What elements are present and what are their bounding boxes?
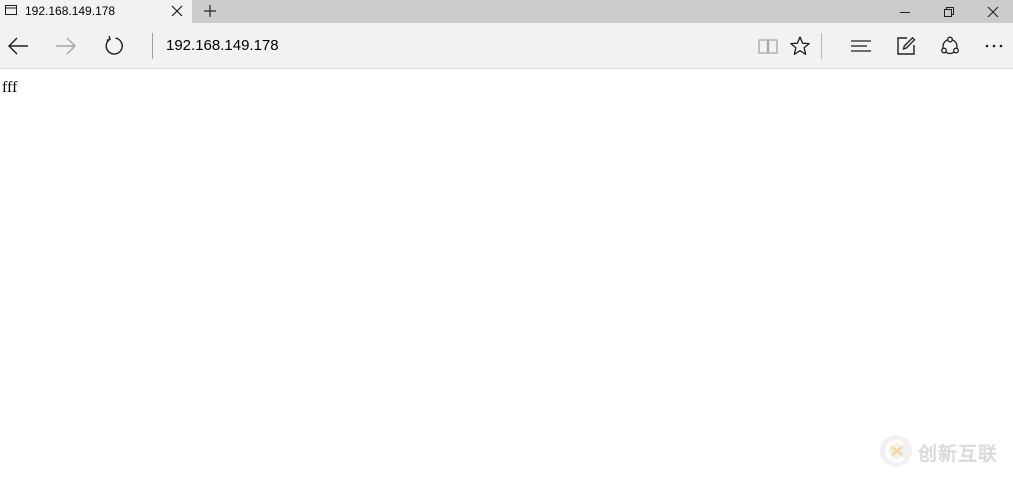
watermark: 创新互联 [874,431,1010,473]
minimize-icon[interactable] [882,0,928,23]
watermark-logo-icon [880,435,912,467]
tab-close-icon[interactable] [168,2,186,20]
new-tab-icon[interactable] [200,1,220,21]
favorite-star-icon[interactable] [786,32,814,60]
watermark-text: 创新互联 [918,443,999,465]
reading-view-icon[interactable] [754,32,782,60]
address-separator [152,33,153,59]
back-icon[interactable] [4,32,32,60]
tab-strip: 192.168.149.178 [0,0,1013,23]
address-bar[interactable]: 192.168.149.178 [158,35,738,57]
page-content: fff 创新互联 [0,69,1013,482]
refresh-icon[interactable] [100,32,128,60]
navigation-toolbar: 192.168.149.178 [0,23,1013,69]
window-close-icon[interactable] [970,0,1013,23]
forward-icon[interactable] [52,32,80,60]
hub-icon[interactable] [847,32,875,60]
web-note-icon[interactable] [892,32,920,60]
share-icon[interactable] [936,32,964,60]
tab-active[interactable]: 192.168.149.178 [0,0,192,23]
page-body-text: fff [2,79,18,96]
page-icon [4,3,18,17]
toolbar-separator [821,33,822,59]
restore-icon[interactable] [926,0,972,23]
tab-title: 192.168.149.178 [25,4,116,18]
more-icon[interactable] [980,32,1008,60]
browser-window: 192.168.149.178 192.168.149.178 fff 创新互联 [0,0,1013,482]
